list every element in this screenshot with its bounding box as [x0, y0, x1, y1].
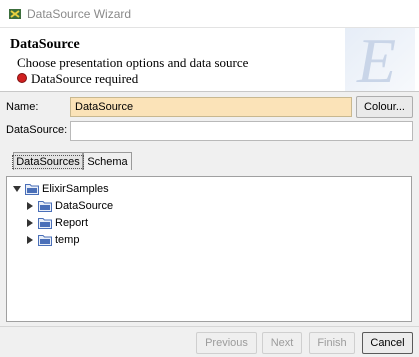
collapsed-arrow-icon[interactable]: [26, 218, 34, 228]
error-message: DataSource required: [31, 71, 139, 86]
datasource-field[interactable]: [70, 121, 413, 141]
tree-item-label: temp: [55, 234, 80, 246]
folder-icon: [38, 201, 52, 212]
tab-schema-label: Schema: [87, 155, 128, 168]
wizard-header: DataSource Choose presentation options a…: [0, 28, 419, 92]
collapsed-arrow-icon[interactable]: [26, 235, 34, 245]
finish-button[interactable]: Finish: [309, 332, 355, 354]
svg-text:E: E: [356, 28, 396, 92]
next-button[interactable]: Next: [262, 332, 302, 354]
error-icon: [17, 73, 27, 83]
tree-item-label: DataSource: [55, 200, 114, 212]
colour-button[interactable]: Colour...: [356, 96, 413, 118]
tree-item-label: ElixirSamples: [42, 183, 109, 195]
elixir-logo-icon: E: [345, 28, 415, 92]
tree-item-report[interactable]: Report: [26, 215, 88, 231]
name-field[interactable]: DataSource: [70, 97, 352, 117]
datasource-label: DataSource:: [6, 124, 68, 136]
window-titlebar: DataSource Wizard: [0, 0, 419, 28]
datasources-tree[interactable]: ElixirSamples DataSource Report temp: [6, 176, 412, 322]
folder-icon: [38, 235, 52, 246]
tab-datasources-label: DataSources: [12, 154, 84, 169]
header-error: DataSource required: [17, 71, 139, 86]
header-subtitle: Choose presentation options and data sou…: [17, 55, 249, 70]
app-icon: [9, 9, 21, 19]
cancel-button[interactable]: Cancel: [362, 332, 413, 354]
name-label: Name:: [6, 101, 39, 113]
expanded-arrow-icon[interactable]: [13, 184, 21, 194]
tree-item-temp[interactable]: temp: [26, 232, 79, 248]
tree-item-label: Report: [55, 217, 89, 229]
collapsed-arrow-icon[interactable]: [26, 201, 34, 211]
tree-item-root[interactable]: ElixirSamples: [13, 181, 109, 197]
tree-item-datasource[interactable]: DataSource: [26, 198, 113, 214]
previous-button[interactable]: Previous: [196, 332, 257, 354]
tab-schema[interactable]: Schema: [83, 152, 132, 170]
folder-icon: [38, 218, 52, 229]
window-title: DataSource Wizard: [27, 7, 132, 21]
tab-datasources[interactable]: DataSources: [12, 152, 84, 170]
header-title: DataSource: [10, 37, 80, 52]
bottom-divider: [0, 326, 419, 327]
folder-icon: [25, 184, 39, 195]
